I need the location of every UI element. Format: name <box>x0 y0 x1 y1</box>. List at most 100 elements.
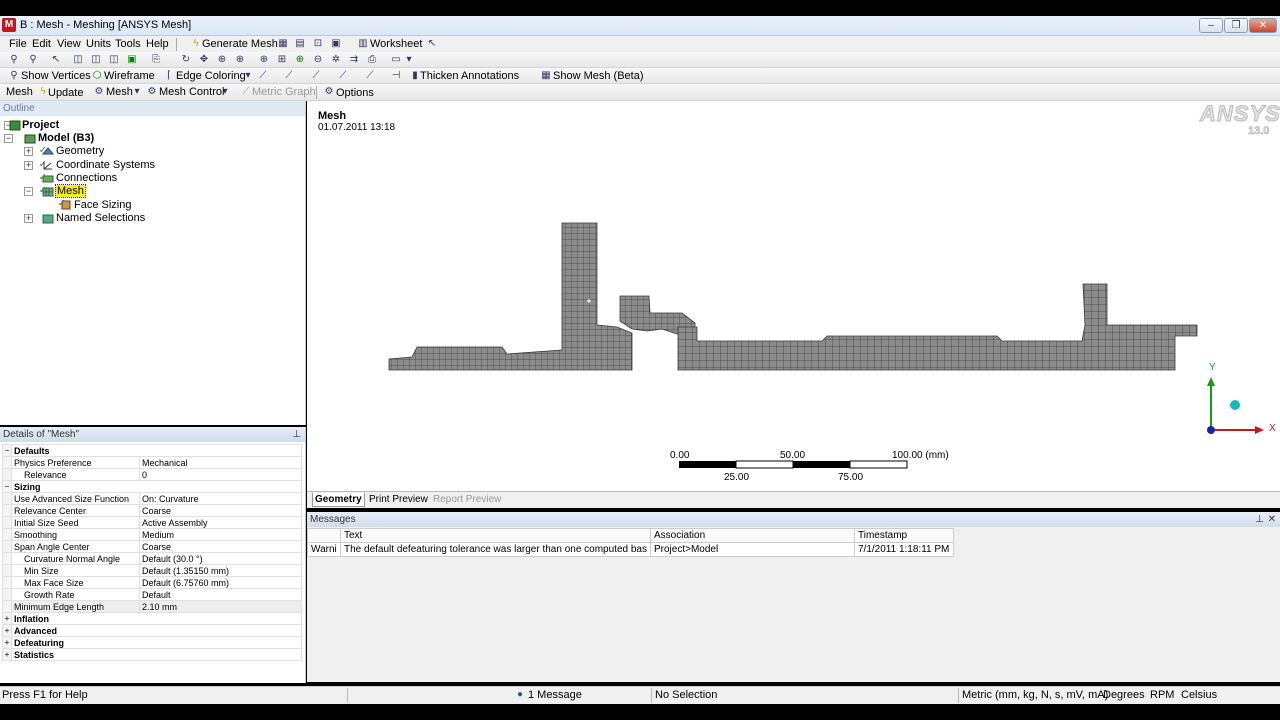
column-header-text[interactable]: Text <box>340 528 651 543</box>
property-value[interactable]: Default (6.75760 mm) <box>139 576 302 589</box>
group-advanced[interactable]: Advanced <box>11 624 302 637</box>
tab-report-preview[interactable]: Report Preview <box>431 493 503 506</box>
pin-icon[interactable]: ⊥ <box>292 427 301 442</box>
image-icon[interactable]: ▣ <box>330 38 342 50</box>
column-header-association[interactable]: Association <box>650 528 855 543</box>
property-value[interactable]: Mechanical <box>139 456 302 469</box>
status-messages[interactable]: 1 Message <box>528 689 582 701</box>
property-value[interactable]: Active Assembly <box>139 516 302 529</box>
tree-item-mesh[interactable]: Mesh <box>55 184 86 198</box>
zoom-to-fit-icon[interactable]: ⊕ <box>258 54 270 66</box>
status-angle-units[interactable]: Degrees <box>1103 689 1145 701</box>
property-value[interactable]: Default (1.35150 mm) <box>139 564 302 577</box>
edge-style-1-icon[interactable]: ⟋ <box>257 70 269 82</box>
select-body-icon[interactable]: ◫ <box>90 54 102 66</box>
tab-print-preview[interactable]: Print Preview <box>367 493 430 506</box>
mesh-dropdown[interactable]: Mesh <box>106 86 133 98</box>
select-mode-icon[interactable]: ↖ <box>50 54 62 66</box>
box-zoom-icon[interactable]: ⊞ <box>276 54 288 66</box>
close-icon[interactable]: ✕ <box>1268 512 1276 527</box>
help-pointer-icon[interactable]: ↖ <box>426 38 438 50</box>
iso-ball[interactable] <box>1230 400 1240 410</box>
close-button[interactable]: ✕ <box>1249 18 1277 33</box>
status-units[interactable]: Metric (mm, kg, N, s, mV, mA) <box>962 689 1108 701</box>
tree-item-coordinate-systems[interactable]: Coordinate Systems <box>56 159 155 171</box>
property-value[interactable]: Default <box>139 588 302 601</box>
mesh-control-dropdown[interactable]: Mesh Control <box>159 86 224 98</box>
wireframe-button[interactable]: Wireframe <box>104 70 155 82</box>
select-vertex-icon[interactable]: ⚲ <box>8 54 20 66</box>
status-temp-units[interactable]: Celsius <box>1181 689 1217 701</box>
group-sizing[interactable]: Sizing <box>11 480 302 493</box>
tree-item-face-sizing[interactable]: Face Sizing <box>74 199 131 211</box>
group-inflation[interactable]: Inflation <box>11 612 302 625</box>
chevron-down-icon[interactable]: ▾ <box>242 70 254 82</box>
chevron-down-icon[interactable]: ▾ <box>403 54 415 66</box>
edge-style-2-icon[interactable]: ⟋ <box>283 70 295 82</box>
extend-icon[interactable]: ◫ <box>108 54 120 66</box>
property-value[interactable]: Coarse <box>139 540 302 553</box>
zoom-icon[interactable]: ⊕ <box>216 54 228 66</box>
zoom-fit-green-icon[interactable]: ⊕ <box>294 54 306 66</box>
menu-help[interactable]: Help <box>146 38 169 50</box>
edge-style-4-icon[interactable]: ⟋ <box>337 70 349 82</box>
generate-mesh-button[interactable]: Generate Mesh <box>202 38 278 50</box>
options-button[interactable]: Options <box>336 87 374 99</box>
status-rate-units[interactable]: RPM <box>1150 689 1174 701</box>
show-vertices-button[interactable]: Show Vertices <box>21 70 91 82</box>
worksheet-button[interactable]: Worksheet <box>370 38 422 50</box>
edge-coloring-dropdown[interactable]: Edge Coloring <box>176 70 246 82</box>
viewports-icon[interactable]: ▭ <box>390 54 402 66</box>
table-row[interactable]: Warni The default defeaturing tolerance … <box>307 542 954 557</box>
menu-view[interactable]: View <box>57 38 81 50</box>
menu-units[interactable]: Units <box>86 38 111 50</box>
property-value[interactable]: 2.10 mm <box>139 600 302 613</box>
thicken-annotations-button[interactable]: Thicken Annotations <box>420 70 519 82</box>
menu-tools[interactable]: Tools <box>115 38 141 50</box>
previous-view-icon[interactable]: ✲ <box>330 54 342 66</box>
show-errors-icon[interactable]: ⊡ <box>312 38 324 50</box>
collapse-toggle[interactable]: − <box>24 187 33 196</box>
graphics-viewport[interactable]: Mesh 01.07.2011 13:18 ANSYS 13.0 0.00 50… <box>307 101 1280 491</box>
preview-inflation-icon[interactable]: ▤ <box>294 38 306 50</box>
expand-toggle[interactable]: + <box>24 214 33 223</box>
pin-icon[interactable]: ⊥ <box>1255 512 1264 527</box>
clipboard-icon[interactable]: ⎘ <box>150 54 162 66</box>
tree-item-project[interactable]: Project <box>22 119 59 131</box>
select-face-icon[interactable]: ◫ <box>72 54 84 66</box>
property-value[interactable]: Default (30.0 °) <box>139 552 302 565</box>
group-defaults[interactable]: Defaults <box>11 444 302 457</box>
pan-icon[interactable]: ✥ <box>198 54 210 66</box>
expand-toggle[interactable]: + <box>24 161 33 170</box>
magnifier-icon[interactable]: ⊖ <box>312 54 324 66</box>
collapse-toggle[interactable]: − <box>2 444 12 457</box>
group-defeaturing[interactable]: Defeaturing <box>11 636 302 649</box>
chevron-down-icon[interactable]: ▾ <box>219 86 231 98</box>
property-value[interactable]: Coarse <box>139 504 302 517</box>
camera-icon[interactable]: ⎙ <box>366 54 378 66</box>
update-button[interactable]: Update <box>48 87 83 99</box>
property-value[interactable]: Medium <box>139 528 302 541</box>
rotate-icon[interactable]: ↻ <box>180 54 192 66</box>
tree-item-named-selections[interactable]: Named Selections <box>56 212 145 224</box>
menu-file[interactable]: File <box>9 38 27 50</box>
expand-toggle[interactable]: + <box>2 648 12 661</box>
edge-style-5-icon[interactable]: ⟋ <box>364 70 376 82</box>
tab-geometry[interactable]: Geometry <box>312 493 365 507</box>
minimize-button[interactable]: – <box>1199 18 1223 33</box>
expand-toggle[interactable]: + <box>2 612 12 625</box>
body-icon[interactable]: ▣ <box>126 54 138 66</box>
expand-toggle[interactable]: + <box>2 636 12 649</box>
collapse-toggle[interactable]: − <box>2 480 12 493</box>
zoom-box-icon[interactable]: ⊕ <box>234 54 246 66</box>
select-edge-icon[interactable]: ⚲ <box>27 54 39 66</box>
edge-style-3-icon[interactable]: ⟋ <box>310 70 322 82</box>
preview-icon[interactable]: ▦ <box>277 38 289 50</box>
collapse-toggle[interactable]: − <box>4 134 13 143</box>
show-mesh-button[interactable]: Show Mesh (Beta) <box>553 70 643 82</box>
next-view-icon[interactable]: ⇉ <box>348 54 360 66</box>
expand-toggle[interactable]: + <box>24 147 33 156</box>
metric-graph-button[interactable]: Metric Graph <box>252 86 316 98</box>
expand-toggle[interactable]: + <box>2 624 12 637</box>
property-value[interactable]: 0 <box>139 468 302 481</box>
